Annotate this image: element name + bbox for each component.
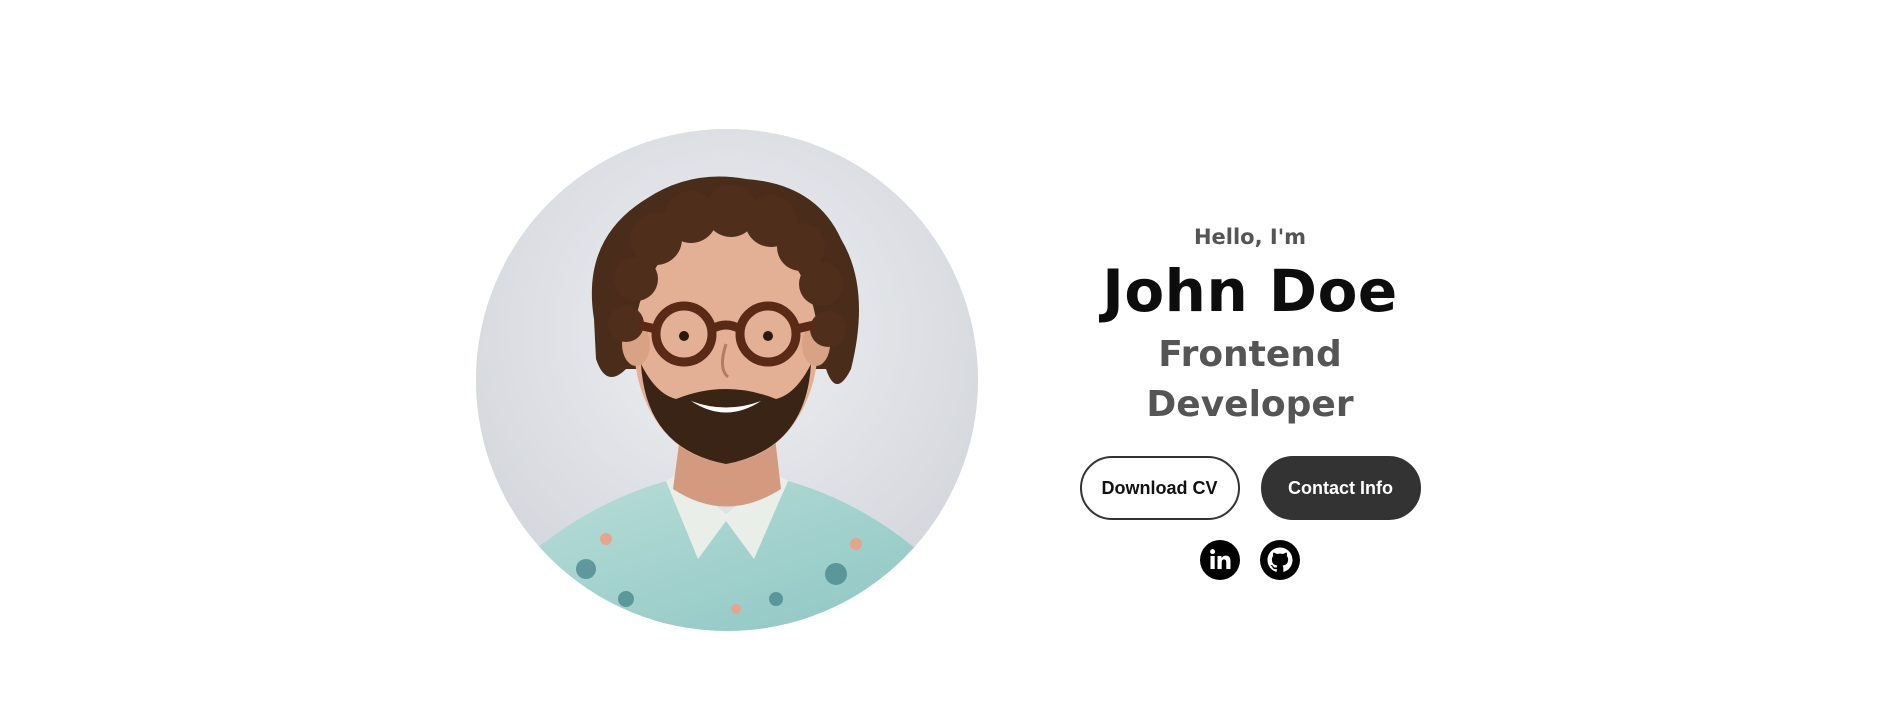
button-row: Download CV Contact Info (1050, 456, 1450, 520)
download-cv-button[interactable]: Download CV (1079, 456, 1240, 520)
greeting-text: Hello, I'm (1193, 225, 1307, 249)
linkedin-icon[interactable] (1200, 540, 1240, 580)
profile-text: Hello, I'm John Doe Frontend Developer D… (1050, 218, 1450, 580)
github-icon[interactable] (1260, 540, 1300, 580)
profile-picture (476, 129, 978, 631)
profile-name: John Doe (1102, 257, 1398, 325)
profile-title: Frontend Developer (1146, 334, 1354, 425)
profile-section: Hello, I'm John Doe Frontend Developer D… (0, 0, 1882, 702)
social-links (1050, 540, 1450, 580)
contact-info-button[interactable]: Contact Info (1260, 456, 1421, 520)
profile-photo-illustration (476, 129, 978, 631)
